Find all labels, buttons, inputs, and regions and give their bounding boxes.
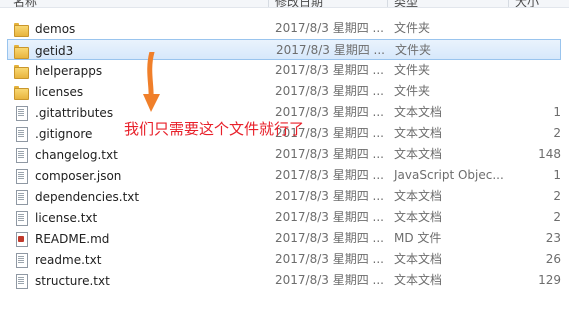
file-row[interactable]: helperapps 2017/8/3 星期四 ... 文件夹 (0, 60, 569, 81)
column-header-name[interactable]: 名称 (13, 0, 37, 7)
text-document-icon (13, 147, 29, 163)
file-name[interactable]: README.md (35, 232, 109, 246)
text-document-icon (13, 210, 29, 226)
file-name[interactable]: .gitattributes (35, 106, 113, 120)
text-document-icon (13, 252, 29, 268)
file-name-cell[interactable]: readme.txt (13, 249, 101, 270)
file-type: 文本文档 (394, 210, 443, 224)
file-name-cell[interactable]: structure.txt (13, 270, 110, 291)
file-type: 文本文档 (394, 105, 443, 119)
file-row[interactable]: structure.txt 2017/8/3 星期四 ... 文本文档 129 (0, 270, 569, 291)
file-name-cell[interactable]: .gitignore (13, 123, 92, 144)
file-size: 1 (553, 168, 561, 182)
file-name-cell[interactable]: dependencies.txt (13, 186, 139, 207)
file-name[interactable]: license.txt (35, 211, 97, 225)
file-name[interactable]: getid3 (35, 44, 73, 58)
file-name-cell[interactable]: demos (13, 18, 75, 39)
file-name-cell[interactable]: .gitattributes (13, 102, 113, 123)
folder-icon (13, 63, 29, 79)
file-modified-date: 2017/8/3 星期四 ... (275, 21, 384, 35)
text-document-icon (13, 105, 29, 121)
file-row[interactable]: composer.json 2017/8/3 星期四 ... JavaScript … (0, 165, 569, 186)
file-name-cell[interactable]: licenses (13, 81, 83, 102)
file-size: 23 (545, 231, 561, 245)
file-type: 文本文档 (394, 252, 443, 266)
file-row[interactable]: changelog.txt 2017/8/3 星期四 ... 文本文档 148 (0, 144, 569, 165)
file-type: 文件夹 (394, 84, 431, 98)
file-modified-date: 2017/8/3 星期四 ... (275, 168, 384, 182)
file-size: 2 (553, 189, 561, 203)
file-row[interactable]: readme.txt 2017/8/3 星期四 ... 文本文档 26 (0, 249, 569, 270)
file-name-cell[interactable]: README.md (13, 228, 109, 249)
file-type: MD 文件 (394, 231, 442, 245)
file-row[interactable]: demos 2017/8/3 星期四 ... 文件夹 (0, 18, 569, 39)
file-type: 文件夹 (395, 43, 432, 57)
file-row[interactable]: getid3 2017/8/3 星期四 ... 文件夹 (7, 39, 561, 60)
file-modified-date: 2017/8/3 星期四 ... (275, 147, 384, 161)
file-modified-date: 2017/8/3 星期四 ... (276, 43, 385, 57)
file-row[interactable]: license.txt 2017/8/3 星期四 ... 文本文档 2 (0, 207, 569, 228)
file-name-cell[interactable]: getid3 (13, 40, 73, 61)
file-type: 文本文档 (394, 189, 443, 203)
file-name-cell[interactable]: changelog.txt (13, 144, 118, 165)
file-modified-date: 2017/8/3 星期四 ... (275, 84, 384, 98)
file-list: demos 2017/8/3 星期四 ... 文件夹 getid3 2017/8/3 星… (0, 18, 569, 291)
file-modified-date: 2017/8/3 星期四 ... (275, 273, 384, 287)
json-document-icon (13, 168, 29, 184)
file-type: 文件夹 (394, 21, 431, 35)
annotation-text: 我们只需要这个文件就行了 (124, 120, 305, 138)
file-name[interactable]: demos (35, 22, 75, 36)
file-name[interactable]: composer.json (35, 169, 121, 183)
column-header-bar: 名称 修改日期 类型 大小 (0, 0, 569, 8)
file-size: 1 (553, 105, 561, 119)
file-type: 文本文档 (394, 126, 443, 140)
file-modified-date: 2017/8/3 星期四 ... (275, 189, 384, 203)
file-name[interactable]: dependencies.txt (35, 190, 139, 204)
file-size: 148 (538, 147, 561, 161)
file-modified-date: 2017/8/3 星期四 ... (275, 63, 384, 77)
file-size: 26 (545, 252, 561, 266)
file-size: 2 (553, 126, 561, 140)
text-document-icon (13, 189, 29, 205)
folder-icon (13, 43, 29, 59)
file-name[interactable]: readme.txt (35, 253, 101, 267)
file-type: 文件夹 (394, 63, 431, 77)
file-type: JavaScript Objec... (394, 168, 504, 182)
file-row[interactable]: README.md 2017/8/3 星期四 ... MD 文件 23 (0, 228, 569, 249)
file-modified-date: 2017/8/3 星期四 ... (275, 231, 384, 245)
file-modified-date: 2017/8/3 星期四 ... (275, 210, 384, 224)
column-header-date[interactable]: 修改日期 (275, 0, 323, 7)
folder-icon (13, 84, 29, 100)
file-row[interactable]: licenses 2017/8/3 星期四 ... 文件夹 (0, 81, 569, 102)
file-name-cell[interactable]: helperapps (13, 60, 102, 81)
file-type: 文本文档 (394, 273, 443, 287)
column-header-type[interactable]: 类型 (394, 0, 418, 7)
file-name[interactable]: structure.txt (35, 274, 110, 288)
file-name-cell[interactable]: license.txt (13, 207, 97, 228)
file-type: 文本文档 (394, 147, 443, 161)
markdown-file-icon (13, 231, 29, 247)
file-name[interactable]: helperapps (35, 64, 102, 78)
file-size: 129 (538, 273, 561, 287)
text-document-icon (13, 126, 29, 142)
file-size: 2 (553, 210, 561, 224)
column-divider[interactable] (508, 0, 509, 7)
file-row[interactable]: dependencies.txt 2017/8/3 星期四 ... 文本文档 2 (0, 186, 569, 207)
file-name[interactable]: licenses (35, 85, 83, 99)
annotation-arrow (143, 52, 160, 112)
file-name[interactable]: changelog.txt (35, 148, 118, 162)
file-name-cell[interactable]: composer.json (13, 165, 121, 186)
column-divider[interactable] (387, 0, 388, 7)
file-modified-date: 2017/8/3 星期四 ... (275, 252, 384, 266)
column-divider[interactable] (268, 0, 269, 7)
folder-icon (13, 21, 29, 37)
file-name[interactable]: .gitignore (35, 127, 92, 141)
text-document-icon (13, 273, 29, 289)
column-header-size[interactable]: 大小 (515, 0, 539, 7)
